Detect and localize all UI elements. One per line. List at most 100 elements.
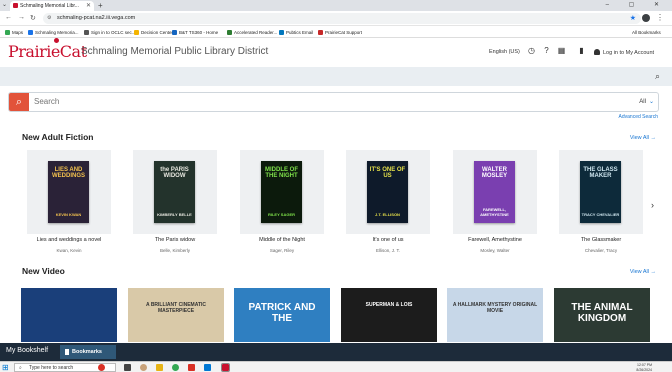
bookmarks-tab-label: Bookmarks [72,349,102,355]
bookmark-star-icon[interactable]: ★ [630,14,636,22]
navigation-bar: ⌕ [0,67,672,86]
back-icon[interactable]: ← [5,14,12,21]
logo-dot-icon [54,38,59,43]
section-title-fiction: New Adult Fiction [22,132,94,142]
view-all-fiction-link[interactable]: View All → [630,135,656,141]
taskbar-search-placeholder: Type here to search [29,365,74,371]
language-selector[interactable]: English (US) [489,49,520,55]
bookmark-item[interactable]: PrairieCat Support [318,27,362,38]
new-tab-button[interactable]: + [98,0,103,11]
book-cover[interactable]: LIES AND WEDDINGS KEVIN KWAN [48,161,89,223]
bookmarks-tab[interactable]: Bookmarks [60,345,116,359]
window-controls[interactable]: – ▢ ✕ [606,0,668,11]
browser-toolbar: ← → ↻ ⚙ schmaling-pcat.na2.iii.vega.com … [0,11,672,26]
book-author: Sager, Riley [269,248,295,253]
system-clock[interactable]: 12:07 PM 8/26/2024 [636,363,652,372]
login-link[interactable]: Log in to My Account [594,49,654,56]
book-cover[interactable]: WALTER MOSLEY FAREWELL, AMETHYSTINE [474,161,515,223]
windows-taskbar: ⊞ ⌕ Type here to search 12:07 PM 8/26/20… [0,361,672,372]
my-bookshelf-button[interactable]: My Bookshelf [6,347,48,354]
book-title-link[interactable]: The Glassmaker [541,237,661,243]
bookmark-item[interactable]: Schmaling Memoria... [28,27,79,38]
book-cover[interactable]: the PARIS WIDOW KIMBERLY BELLE [154,161,195,223]
search-input[interactable] [34,93,624,111]
outlook-icon[interactable] [204,364,211,371]
bookmark-favicon-icon [172,30,177,35]
video-cover[interactable] [21,288,117,342]
bookmark-label: Sign in to OCLC sec... [91,30,136,35]
bookmark-label: Pubtics Email [286,30,314,35]
bookmark-item[interactable]: Sign in to OCLC sec... [84,27,136,38]
book-author: Ellison, J. T. [376,248,400,253]
book-title-link[interactable]: It's one of us [328,237,448,243]
active-app-icon[interactable] [221,363,230,372]
bookmark-icon [65,349,69,355]
app-icon[interactable] [98,364,105,371]
user-icon [594,49,600,55]
bookmark-favicon-icon [227,30,232,35]
search-icon: ⌕ [19,365,22,371]
app-icon[interactable] [188,364,195,371]
reload-icon[interactable]: ↻ [30,14,36,22]
carousel-next-icon[interactable]: › [651,200,654,210]
library-locations-icon[interactable]: ▦ [557,46,566,55]
site-info-icon[interactable]: ⚙ [47,13,51,24]
all-bookmarks-button[interactable]: All Bookmarks [632,27,661,38]
prairiecat-logo[interactable]: PrairieCat [8,38,87,61]
favicon-icon [13,3,18,8]
search-scope-select[interactable]: All ⌄ [639,98,654,105]
view-all-video-link[interactable]: View All → [630,269,656,275]
profile-avatar[interactable] [642,14,650,22]
book-cover[interactable]: MIDDLE OF THE NIGHT RILEY SAGER [261,161,302,223]
bookmark-list-icon[interactable]: ▮ [577,46,586,55]
video-cover[interactable]: SUPERMAN & LOIS [341,288,437,342]
address-bar[interactable]: ⚙ schmaling-pcat.na2.iii.vega.com [43,13,641,24]
close-tab-icon[interactable]: ✕ [86,1,91,11]
video-cover-text: THE ANIMAL KINGDOM [571,302,633,324]
search-button[interactable]: ⌕ [9,93,29,111]
cover-author: J.T. ELLISON [375,212,400,217]
history-icon[interactable]: ◷ [527,46,536,55]
bookmark-item[interactable]: Decision Center [134,27,173,38]
url-text: schmaling-pcat.na2.iii.vega.com [57,15,136,21]
help-icon[interactable]: ? [542,46,551,55]
bookmark-favicon-icon [134,30,139,35]
book-cover[interactable]: THE GLASS MAKER TRACY CHEVALIER [580,161,621,223]
video-cover[interactable]: A HALLMARK MYSTERY ORIGINAL MOVIE [447,288,543,342]
cover-title: WALTER MOSLEY [481,167,508,179]
chrome-icon[interactable] [172,364,179,371]
forward-icon[interactable]: → [18,14,25,21]
video-cover-text: PATRICK AND THE [248,302,316,324]
cover-author: RILEY SAGER [267,212,296,217]
browser-menu-icon[interactable]: ⋮ [656,13,664,22]
task-view-icon[interactable] [124,364,131,371]
bookmark-item[interactable]: Maps [5,27,23,38]
video-cover-text: A HALLMARK MYSTERY ORIGINAL MOVIE [452,302,538,314]
book-title-link[interactable]: Middle of the Night [222,237,342,243]
book-title-link[interactable]: Lies and weddings a novel [9,237,129,243]
bookmark-item[interactable]: Accelerated Reader... [227,27,277,38]
tab-search-icon[interactable]: ⌄ [2,1,7,8]
app-icon[interactable] [140,364,147,371]
video-cover[interactable]: A BRILLIANT CINEMATIC MASTERPIECE [128,288,224,342]
search-bar: ⌕ All⌄ [8,92,659,112]
bookmark-label: Accelerated Reader... [234,30,278,35]
book-cover[interactable]: IT'S ONE OF US J.T. ELLISON [367,161,408,223]
book-title-link[interactable]: Farewell, Amethystine [435,237,555,243]
bookmark-item[interactable]: B&T TS360 - Home [172,27,218,38]
bookmark-favicon-icon [279,30,284,35]
bookmark-label: B&T TS360 - Home [179,30,219,35]
bookmark-item[interactable]: Pubtics Email [279,27,313,38]
cover-title: LIES AND WEDDINGS [52,167,85,179]
cover-author: TRACY CHEVALIER [581,212,620,217]
video-cover[interactable]: PATRICK AND THE [234,288,330,342]
advanced-search-link[interactable]: Advanced Search [619,114,658,120]
windows-start-icon[interactable]: ⊞ [2,363,9,372]
search-icon[interactable]: ⌕ [655,71,660,82]
scope-label: All [639,99,646,105]
book-title-link[interactable]: The Paris widow [115,237,235,243]
browser-tab[interactable]: Schmaling Memorial Libr... ✕ [10,1,94,11]
video-cover[interactable]: THE ANIMAL KINGDOM [554,288,650,342]
book-author: Chevalier, Tracy [584,248,618,253]
file-explorer-icon[interactable] [156,364,163,371]
